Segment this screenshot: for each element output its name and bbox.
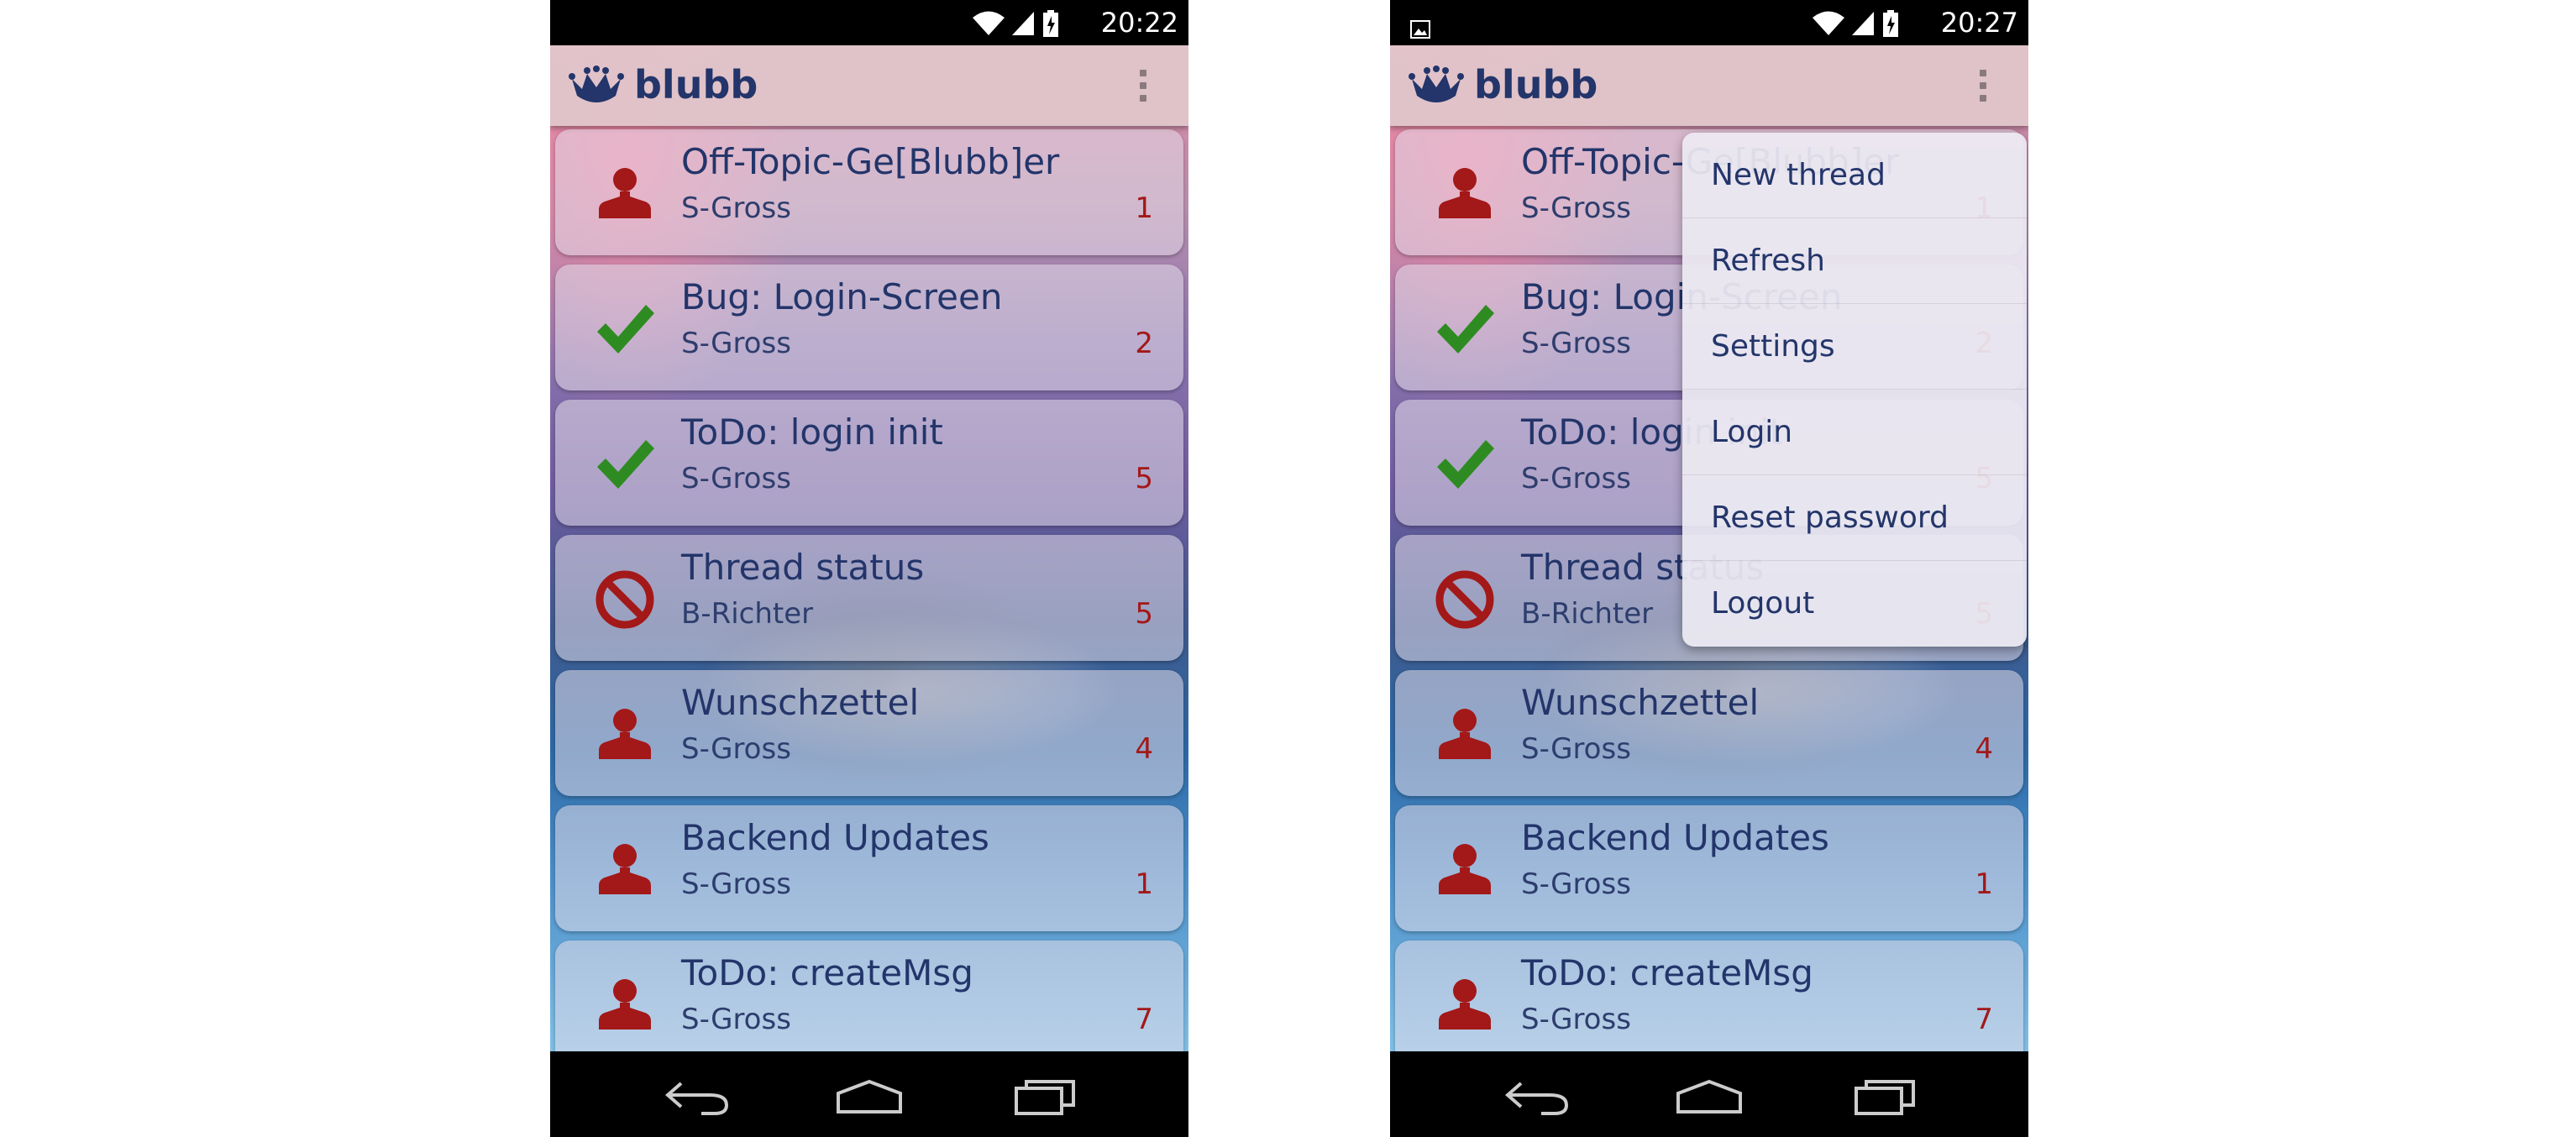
thread-post-count: 2 xyxy=(1135,327,1153,360)
thread-post-count: 5 xyxy=(1135,597,1153,631)
phone-screen-overflow-menu-open: 20:27blubbOff-Topic-Ge[Blubb]erS-Gross1B… xyxy=(1390,0,2028,1137)
home-icon[interactable] xyxy=(832,1075,907,1115)
user-icon xyxy=(1434,704,1496,766)
user-icon xyxy=(1434,163,1496,225)
recent-apps-icon[interactable] xyxy=(1008,1075,1083,1115)
phone-screen-thread-list: 20:22 blubb Off-Topic-Ge[Blubb]er S-Gross 1 B… xyxy=(550,0,1188,1137)
thread-title: ToDo: createMsg xyxy=(681,952,973,993)
back-icon[interactable] xyxy=(659,1075,735,1115)
recent-apps-icon[interactable] xyxy=(1848,1075,1923,1115)
thread-list: Off-Topic-Ge[Blubb]er S-Gross 1 Bug: Login-… xyxy=(550,129,1188,1051)
thread-author: S-Gross xyxy=(1521,191,1631,225)
thread-author: S-Gross xyxy=(681,327,791,360)
thread-row[interactable]: Backend Updates S-Gross 1 xyxy=(1395,805,2023,931)
thread-title: ToDo: createMsg xyxy=(1521,952,1813,993)
menu-item-reset-password[interactable]: Reset password xyxy=(1682,475,2027,561)
thread-author: S-Gross xyxy=(1521,1003,1631,1036)
thread-row[interactable]: Wunschzettel S-Gross 4 xyxy=(555,670,1183,796)
thread-post-count: 7 xyxy=(1135,1003,1153,1036)
thread-author: B-Richter xyxy=(681,597,814,631)
thread-row[interactable]: Wunschzettel S-Gross 4 xyxy=(1395,670,2023,796)
checkmark-icon xyxy=(1434,433,1496,495)
user-icon xyxy=(594,704,656,766)
thread-post-count: 5 xyxy=(1135,462,1153,495)
back-icon[interactable] xyxy=(1499,1075,1575,1115)
wifi-icon xyxy=(972,10,1005,44)
battery-charging-icon xyxy=(1042,10,1059,44)
thread-post-count: 7 xyxy=(1975,1003,1993,1036)
thread-author: S-Gross xyxy=(1521,867,1631,901)
signal-icon xyxy=(1010,10,1036,44)
status-bar: 20:22 xyxy=(550,0,1188,45)
thread-title: Wunschzettel xyxy=(681,682,920,723)
user-icon xyxy=(594,839,656,901)
thread-row[interactable]: ToDo: createMsg S-Gross 7 xyxy=(555,941,1183,1051)
app-title: blubb xyxy=(1474,62,1598,107)
thread-post-count: 1 xyxy=(1135,191,1153,225)
status-icons xyxy=(1812,10,1921,37)
thread-row[interactable]: ToDo: login init S-Gross 5 xyxy=(555,400,1183,526)
overflow-menu: New thread Refresh Settings Login Reset pass… xyxy=(1682,133,2027,647)
app-screen: blubbOff-Topic-Ge[Blubb]erS-Gross1Bug: L… xyxy=(1390,45,2028,1051)
thread-author: S-Gross xyxy=(681,732,791,766)
thread-row[interactable]: Thread status B-Richter 5 xyxy=(555,535,1183,661)
prohibited-icon xyxy=(594,568,656,631)
user-icon xyxy=(594,974,656,1036)
thread-post-count: 4 xyxy=(1135,732,1153,766)
crown-logo-icon xyxy=(569,65,624,107)
action-bar: blubb xyxy=(1390,45,2028,126)
status-bar: 20:27 xyxy=(1390,0,2028,45)
thread-author: S-Gross xyxy=(681,462,791,495)
battery-charging-icon xyxy=(1882,10,1899,44)
prohibited-icon xyxy=(1434,568,1496,631)
action-bar: blubb xyxy=(550,45,1188,126)
navigation-bar xyxy=(550,1051,1188,1137)
status-time: 20:27 xyxy=(1940,7,2018,39)
thread-author: S-Gross xyxy=(1521,732,1631,766)
thread-author: B-Richter xyxy=(1521,597,1654,631)
navigation-bar xyxy=(1390,1051,2028,1137)
thread-author: S-Gross xyxy=(681,191,791,225)
app-screen: blubb Off-Topic-Ge[Blubb]er S-Gross 1 Bug: L… xyxy=(550,45,1188,1051)
thread-post-count: 4 xyxy=(1975,732,1993,766)
thread-row[interactable]: Off-Topic-Ge[Blubb]er S-Gross 1 xyxy=(555,129,1183,255)
thread-author: S-Gross xyxy=(1521,327,1631,360)
user-icon xyxy=(1434,974,1496,1036)
thread-title: Off-Topic-Ge[Blubb]er xyxy=(681,141,1060,182)
thread-title: Backend Updates xyxy=(1521,817,1829,858)
menu-item-new-thread[interactable]: New thread xyxy=(1682,133,2027,218)
status-time: 20:22 xyxy=(1100,7,1178,39)
checkmark-icon xyxy=(1434,298,1496,360)
thread-title: Backend Updates xyxy=(681,817,989,858)
menu-item-refresh[interactable]: Refresh xyxy=(1682,218,2027,304)
thread-row[interactable]: ToDo: createMsg S-Gross 7 xyxy=(1395,941,2023,1051)
app-title: blubb xyxy=(634,62,758,107)
menu-item-login[interactable]: Login xyxy=(1682,390,2027,475)
signal-icon xyxy=(1850,10,1876,44)
thread-row[interactable]: Backend Updates S-Gross 1 xyxy=(555,805,1183,931)
home-icon[interactable] xyxy=(1671,1075,1747,1115)
image-notification-icon xyxy=(1410,13,1430,39)
user-icon xyxy=(1434,839,1496,901)
thread-author: S-Gross xyxy=(681,867,791,901)
thread-title: Bug: Login-Screen xyxy=(681,276,1003,317)
crown-logo-icon xyxy=(1409,65,1464,107)
thread-title: Wunschzettel xyxy=(1521,682,1760,723)
thread-title: ToDo: login init xyxy=(681,411,943,453)
overflow-menu-button[interactable] xyxy=(1135,65,1152,107)
thread-author: S-Gross xyxy=(1521,462,1631,495)
checkmark-icon xyxy=(594,298,656,360)
thread-title: Thread status xyxy=(681,547,925,588)
menu-item-settings[interactable]: Settings xyxy=(1682,304,2027,390)
checkmark-icon xyxy=(594,433,656,495)
user-icon xyxy=(594,163,656,225)
status-icons xyxy=(972,10,1081,37)
wifi-icon xyxy=(1812,10,1845,44)
menu-item-logout[interactable]: Logout xyxy=(1682,561,2027,647)
overflow-menu-button[interactable] xyxy=(1975,65,1991,107)
thread-post-count: 1 xyxy=(1135,867,1153,901)
thread-row[interactable]: Bug: Login-Screen S-Gross 2 xyxy=(555,265,1183,390)
thread-author: S-Gross xyxy=(681,1003,791,1036)
thread-post-count: 1 xyxy=(1975,867,1993,901)
